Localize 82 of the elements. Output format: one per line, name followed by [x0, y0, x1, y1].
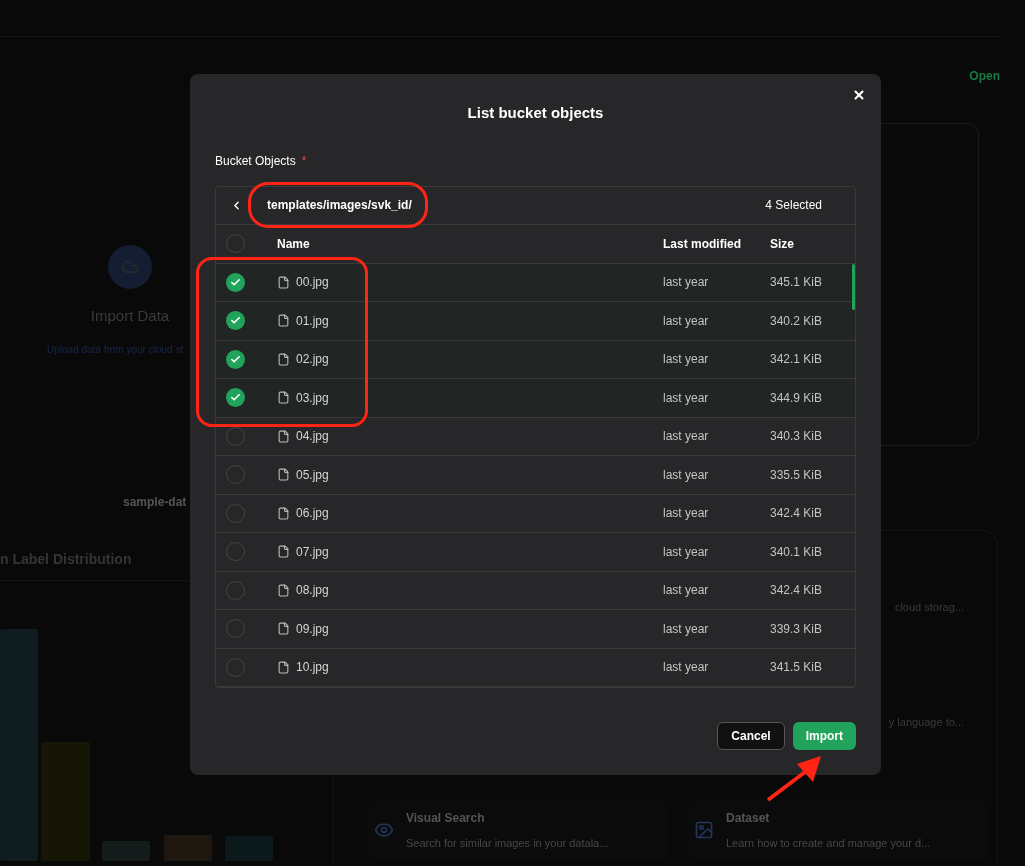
file-icon [277, 314, 290, 328]
select-checkbox[interactable] [226, 349, 245, 369]
select-checkbox[interactable] [226, 657, 245, 677]
selected-count: 4 Selected [765, 197, 822, 214]
dialog-title: List bucket objects [467, 103, 604, 123]
size-cell-text: 342.4 KiB [770, 582, 823, 600]
size-cell-text: 344.9 KiB [770, 389, 823, 407]
required-icon: * [301, 151, 307, 170]
file-row[interactable]: 01.jpg last year 340.2 KiB [216, 302, 855, 341]
modified-cell-text: last year [663, 351, 710, 369]
file-row[interactable]: 02.jpg last year 342.1 KiB [216, 340, 855, 379]
file-name: 04.jpg [296, 428, 330, 446]
file-icon [277, 468, 290, 482]
file-icon [277, 545, 290, 559]
size-cell-text: 335.5 KiB [770, 466, 823, 484]
select-checkbox[interactable] [226, 311, 245, 331]
file-icon [277, 660, 290, 674]
size-cell-text: 342.4 KiB [770, 505, 823, 523]
card-description: Learn how to create and manage your d... [726, 835, 931, 851]
dataset-tag: sample-dat [123, 492, 187, 511]
file-row[interactable]: 04.jpg last year 340.3 KiB [216, 417, 855, 456]
file-icon [277, 352, 290, 366]
file-icon [277, 506, 290, 520]
close-icon[interactable] [852, 88, 866, 102]
scrollbar[interactable] [852, 263, 855, 310]
card-title: Dataset [726, 809, 771, 827]
file-row[interactable]: 06.jpg last year 342.4 KiB [216, 494, 855, 533]
file-icon [277, 391, 290, 405]
size-cell-text: 345.1 KiB [770, 274, 823, 292]
file-name: 06.jpg [296, 505, 330, 523]
file-icon [277, 583, 290, 597]
file-name: 01.jpg [296, 312, 330, 330]
column-header: Last modified [663, 235, 742, 253]
size-cell-text: 342.1 KiB [770, 351, 823, 369]
size-cell-text: 340.1 KiB [770, 543, 823, 561]
column-header: Name [277, 235, 311, 253]
modified-cell-text: last year [663, 620, 710, 638]
modified-cell-text: last year [663, 428, 710, 446]
modified-cell-text: last year [663, 274, 710, 292]
select-checkbox[interactable] [226, 388, 245, 408]
file-row[interactable]: 00.jpg last year 345.1 KiB [216, 263, 855, 302]
select-checkbox[interactable] [226, 272, 245, 292]
open-link[interactable]: Open [969, 67, 1000, 85]
file-name: 09.jpg [296, 620, 330, 638]
modified-cell-text: last year [663, 659, 710, 677]
image-icon [694, 820, 714, 840]
file-name: 08.jpg [296, 582, 330, 600]
size-cell-text: 339.3 KiB [770, 620, 823, 638]
file-name: 10.jpg [296, 659, 330, 677]
check-icon [230, 276, 241, 288]
file-row[interactable]: 07.jpg last year 340.1 KiB [216, 533, 855, 572]
size-cell-text: 341.5 KiB [770, 659, 823, 677]
size-cell-text: 340.2 KiB [770, 312, 823, 330]
file-name: 03.jpg [296, 389, 330, 407]
card-description: Search for similar images in your datala... [406, 835, 609, 851]
file-icon [277, 622, 290, 636]
file-name: 02.jpg [296, 351, 330, 369]
card-title: Visual Search [406, 809, 486, 827]
modified-cell-text: last year [663, 543, 710, 561]
cloud-icon [108, 245, 152, 289]
file-name: 07.jpg [296, 543, 330, 561]
file-name: 05.jpg [296, 466, 330, 484]
file-name: 00.jpg [296, 274, 330, 292]
eye-icon [374, 820, 394, 840]
file-icon [277, 275, 290, 289]
modified-cell-text: last year [663, 466, 710, 484]
folder-path: templates/images/svk_id/ [267, 197, 412, 214]
file-icon [277, 429, 290, 443]
size-cell-text: 340.3 KiB [770, 428, 823, 446]
field-label: Bucket Objects [215, 152, 296, 170]
modified-cell-text: last year [663, 505, 710, 523]
modified-cell-text: last year [663, 389, 710, 407]
modified-cell-text: last year [663, 312, 710, 330]
file-row[interactable]: 08.jpg last year 342.4 KiB [216, 571, 855, 610]
file-row[interactable]: 05.jpg last year 335.5 KiB [216, 456, 855, 495]
check-icon [230, 353, 241, 365]
cancel-button[interactable]: Cancel [717, 721, 785, 750]
modified-cell-text: last year [663, 582, 710, 600]
column-header: Size [770, 235, 794, 253]
file-row[interactable]: 10.jpg last year 341.5 KiB [216, 648, 855, 687]
file-row[interactable]: 09.jpg last year 339.3 KiB [216, 610, 855, 649]
file-row[interactable]: 03.jpg last year 344.9 KiB [216, 379, 855, 418]
